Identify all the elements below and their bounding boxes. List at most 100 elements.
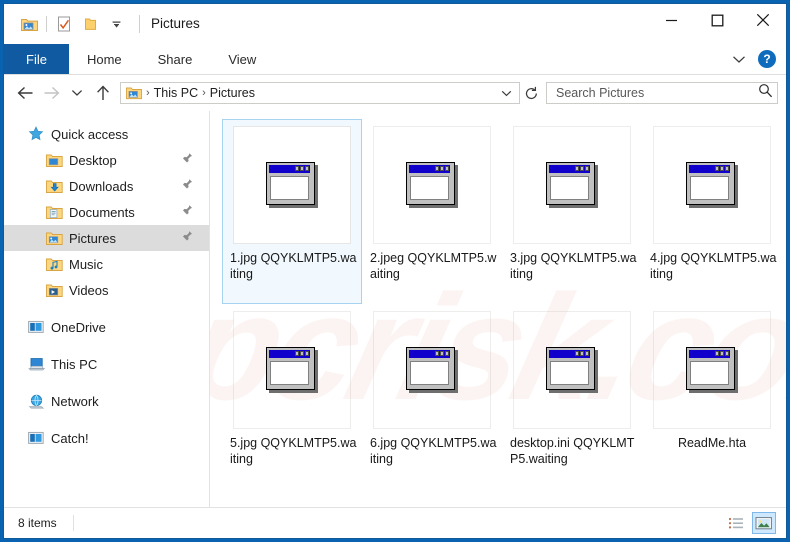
- sidebar-item-label: Network: [51, 393, 99, 409]
- generic-window-icon: [686, 347, 738, 393]
- toolbar-separator-1: [46, 16, 47, 32]
- sidebar-item-catch[interactable]: Catch!: [4, 425, 209, 451]
- sidebar-item-quick-access[interactable]: Quick access: [4, 121, 209, 147]
- file-name: 2.jpeg QQYKLMTP5.waiting: [370, 251, 497, 281]
- file-list-view[interactable]: pcrisk.com 1.jpg QQYKLMTP5.waiting 2.jpe…: [210, 111, 786, 507]
- forward-button[interactable]: [38, 80, 64, 106]
- generic-window-icon: [406, 347, 458, 393]
- file-item[interactable]: 6.jpg QQYKLMTP5.waiting: [362, 304, 502, 489]
- file-name: 5.jpg QQYKLMTP5.waiting: [230, 436, 357, 466]
- pin-icon[interactable]: [182, 153, 193, 168]
- onedrive-icon: [26, 318, 46, 336]
- address-bar: › This PC › Pictures: [4, 75, 786, 111]
- file-thumbnail: [653, 126, 771, 244]
- help-icon[interactable]: ?: [758, 50, 776, 68]
- search-icon[interactable]: [758, 83, 773, 103]
- tab-view[interactable]: View: [210, 44, 274, 74]
- nav-gap-4: [4, 414, 209, 425]
- sidebar-item-onedrive[interactable]: OneDrive: [4, 314, 209, 340]
- new-folder-icon[interactable]: [77, 11, 103, 37]
- maximize-button[interactable]: [694, 4, 740, 36]
- sidebar-item-this-pc[interactable]: This PC: [4, 351, 209, 377]
- sidebar-item-desktop[interactable]: Desktop: [4, 147, 209, 173]
- sidebar-item-documents[interactable]: Documents: [4, 199, 209, 225]
- breadcrumb-chevron-down-icon[interactable]: [497, 90, 515, 97]
- status-separator: [72, 515, 74, 531]
- pin-icon[interactable]: [182, 179, 193, 194]
- view-mode-buttons: [724, 508, 776, 538]
- folder-videos-icon: [44, 281, 64, 299]
- generic-window-icon: [266, 347, 318, 393]
- generic-window-icon: [546, 162, 598, 208]
- customize-chevron-icon[interactable]: [103, 11, 129, 37]
- sidebar-item-network[interactable]: Network: [4, 388, 209, 414]
- breadcrumb-item-this-pc[interactable]: This PC: [151, 86, 201, 100]
- breadcrumb[interactable]: › This PC › Pictures: [120, 82, 520, 104]
- tab-file[interactable]: File: [4, 44, 69, 74]
- file-name: ReadMe.hta: [677, 436, 747, 450]
- generic-window-icon: [686, 162, 738, 208]
- tab-home[interactable]: Home: [69, 44, 140, 74]
- file-explorer-window: Pictures File Home Share View ? › This P…: [3, 3, 787, 539]
- file-thumbnail: [513, 311, 631, 429]
- nav-gap-3: [4, 377, 209, 388]
- sidebar-item-videos[interactable]: Videos: [4, 277, 209, 303]
- nav-gap-2: [4, 340, 209, 351]
- file-item[interactable]: 4.jpg QQYKLMTP5.waiting: [642, 119, 782, 304]
- folder-downloads-icon: [44, 177, 64, 195]
- file-thumbnail: [373, 126, 491, 244]
- window-title: Pictures: [139, 15, 200, 33]
- back-button[interactable]: [12, 80, 38, 106]
- quick-access-toolbar: Pictures: [4, 4, 200, 44]
- sidebar-item-label: Catch!: [51, 430, 89, 446]
- explorer-body: Quick access Desktop Downloads Documents…: [4, 111, 786, 507]
- pin-icon[interactable]: [182, 205, 193, 220]
- search-box[interactable]: [546, 82, 778, 104]
- chevron-down-icon[interactable]: [726, 46, 752, 72]
- pin-icon[interactable]: [182, 231, 193, 246]
- file-item[interactable]: ReadMe.hta: [642, 304, 782, 489]
- file-item[interactable]: 5.jpg QQYKLMTP5.waiting: [222, 304, 362, 489]
- file-item[interactable]: 3.jpg QQYKLMTP5.waiting: [502, 119, 642, 304]
- folder-pictures-icon[interactable]: [16, 11, 42, 37]
- breadcrumb-item-pictures[interactable]: Pictures: [207, 86, 258, 100]
- search-input[interactable]: [554, 85, 758, 101]
- nav-gap-1: [4, 303, 209, 314]
- generic-window-icon: [406, 162, 458, 208]
- file-name: 4.jpg QQYKLMTP5.waiting: [650, 251, 777, 281]
- large-icons-view-button[interactable]: [752, 512, 776, 534]
- properties-icon[interactable]: [51, 11, 77, 37]
- file-thumbnail: [373, 311, 491, 429]
- file-thumbnail: [513, 126, 631, 244]
- file-item[interactable]: 2.jpeg QQYKLMTP5.waiting: [362, 119, 502, 304]
- details-view-button[interactable]: [724, 512, 748, 534]
- refresh-icon[interactable]: [520, 82, 542, 104]
- file-item[interactable]: 1.jpg QQYKLMTP5.waiting: [222, 119, 362, 304]
- folder-music-icon: [44, 255, 64, 273]
- file-item[interactable]: desktop.ini QQYKLMTP5.waiting: [502, 304, 642, 489]
- network-icon: [26, 392, 46, 410]
- generic-window-icon: [266, 162, 318, 208]
- sidebar-item-downloads[interactable]: Downloads: [4, 173, 209, 199]
- item-count-label: 8 items: [18, 516, 57, 530]
- generic-window-icon: [546, 347, 598, 393]
- sidebar-item-music[interactable]: Music: [4, 251, 209, 277]
- sidebar-item-pictures[interactable]: Pictures: [4, 225, 209, 251]
- file-name: 3.jpg QQYKLMTP5.waiting: [510, 251, 637, 281]
- star-icon: [26, 125, 46, 143]
- ribbon-tab-bar: File Home Share View ?: [4, 44, 786, 75]
- recent-locations-chevron-icon[interactable]: [64, 80, 90, 106]
- sidebar-item-label: Downloads: [69, 178, 134, 194]
- up-button[interactable]: [90, 80, 116, 106]
- status-bar: 8 items: [4, 507, 786, 538]
- drive-icon: [26, 429, 46, 447]
- minimize-button[interactable]: [648, 4, 694, 36]
- sidebar-item-label: Pictures: [69, 230, 116, 246]
- file-name: 6.jpg QQYKLMTP5.waiting: [370, 436, 497, 466]
- file-grid: 1.jpg QQYKLMTP5.waiting 2.jpeg QQYKLMTP5…: [222, 119, 786, 489]
- sidebar-item-label: Videos: [69, 282, 109, 298]
- window-controls: [648, 4, 786, 36]
- tab-share[interactable]: Share: [140, 44, 211, 74]
- close-button[interactable]: [740, 4, 786, 36]
- breadcrumb-folder-icon: [125, 85, 143, 101]
